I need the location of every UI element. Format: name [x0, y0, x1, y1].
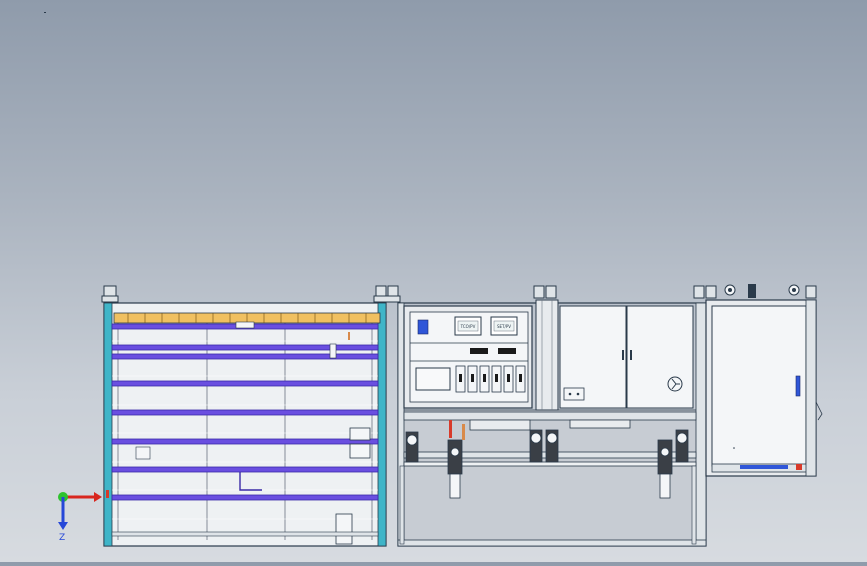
right-cabinet-dot — [733, 447, 735, 449]
screen-b-label: SET/PV — [497, 324, 511, 329]
rack-right-rail — [377, 302, 387, 547]
right-cabinet-cable — [815, 401, 823, 421]
shelf-5 — [111, 409, 379, 416]
door-handle-left[interactable] — [622, 350, 624, 360]
red-valve-2 — [462, 424, 465, 440]
coordinate-triad[interactable]: Z — [58, 492, 102, 543]
rack-bolt — [348, 332, 350, 340]
panel-blue-indicator — [417, 319, 429, 335]
right-cabinet[interactable] — [705, 299, 823, 477]
right-cabinet-red-tab — [796, 464, 802, 470]
shelf-7 — [111, 466, 379, 473]
rack-latch — [329, 343, 337, 359]
support-leg-1 — [399, 465, 405, 545]
door-handle-right[interactable] — [630, 350, 632, 360]
rack-side-box-2 — [349, 443, 371, 459]
middle-right-post — [695, 302, 707, 547]
socket-hole-2 — [576, 392, 580, 396]
cabinet-door-right[interactable] — [626, 305, 694, 409]
shelf-2 — [111, 344, 379, 351]
middle-base — [397, 539, 707, 547]
panel-black-switch-1[interactable] — [470, 348, 488, 354]
shelf-8 — [111, 494, 379, 501]
viewport-marker — [44, 12, 46, 13]
right-cabinet-post — [805, 299, 817, 477]
socket-hole-1 — [568, 392, 572, 396]
right-cabinet-handle[interactable] — [795, 375, 801, 397]
x-axis-arrowhead — [94, 492, 102, 502]
screen-a-label: TCO/PV — [460, 324, 476, 329]
cad-viewport[interactable]: TCO/PV SET/PV Z — [0, 0, 867, 562]
vertical-column-assembly — [533, 285, 559, 411]
rack-body — [103, 302, 387, 547]
panel-lcd — [415, 367, 451, 391]
socket-plate — [563, 387, 585, 401]
support-leg-2 — [691, 465, 697, 545]
z-axis-label: Z — [59, 533, 65, 543]
shelf-4 — [111, 380, 379, 387]
right-cabinet-door[interactable] — [711, 305, 807, 467]
rack-side-box — [349, 427, 371, 441]
rack-bracket-top — [235, 321, 255, 329]
machine-assembly-drawing: TCO/PV SET/PV Z — [44, 12, 823, 547]
shelf-6 — [111, 438, 379, 445]
rack-bottom-door — [335, 513, 353, 545]
rack-left-rail — [103, 302, 113, 547]
door-emblem — [667, 376, 683, 392]
right-cabinet-blue-strip — [740, 465, 788, 469]
shelf-3 — [111, 353, 379, 360]
rack-tag — [135, 446, 151, 460]
rack-top-feet — [101, 285, 401, 303]
control-cabinet[interactable]: TCO/PV SET/PV — [397, 285, 707, 547]
top-gauges — [724, 284, 800, 298]
shelf-rack[interactable] — [101, 285, 401, 547]
panel-black-switch-2[interactable] — [498, 348, 516, 354]
rack-bottom-plate — [111, 531, 379, 537]
z-axis-arrowhead — [58, 522, 68, 530]
rack-red-marker — [106, 490, 109, 498]
red-valve-1 — [449, 420, 452, 438]
